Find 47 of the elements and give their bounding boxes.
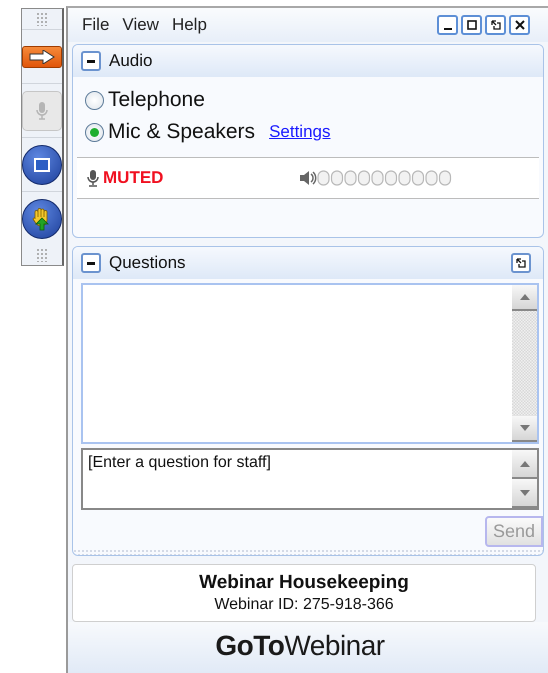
grip-handle[interactable] (36, 248, 48, 262)
collapse-button[interactable] (81, 253, 101, 273)
settings-link[interactable]: Settings (269, 122, 330, 142)
microphone-icon (85, 169, 101, 187)
popout-button[interactable] (511, 253, 531, 273)
maximize-button[interactable] (461, 15, 482, 35)
scrollbar[interactable] (512, 285, 537, 442)
radio-button[interactable] (85, 90, 104, 110)
panel-title: Audio (109, 51, 152, 71)
maximize-icon (466, 20, 476, 30)
webinar-id: Webinar ID: 275-918-366 (214, 596, 394, 614)
up-arrow-icon (520, 294, 530, 300)
panel-title: Questions (109, 253, 186, 273)
microphone-icon (35, 100, 49, 120)
logo: GoToWebinar (215, 630, 385, 663)
square-icon (34, 158, 50, 172)
scroll-down-button[interactable] (512, 416, 537, 442)
minus-icon (87, 60, 95, 62)
minimize-button[interactable] (437, 15, 458, 35)
option-label: Telephone (108, 88, 205, 112)
webinar-title: Webinar Housekeeping (199, 572, 409, 594)
arrow-icon (29, 50, 55, 64)
screen-button[interactable] (22, 144, 62, 184)
up-arrow-icon (520, 460, 530, 466)
collapse-button[interactable] (81, 51, 101, 71)
minimize-icon (444, 28, 452, 30)
scroll-down-button[interactable] (512, 479, 537, 508)
scroll-up-button[interactable] (512, 285, 537, 311)
menu-item[interactable]: View (122, 15, 159, 35)
grip-handle[interactable] (36, 12, 48, 26)
popout-icon (490, 20, 500, 30)
down-arrow-icon (520, 425, 530, 431)
speaker-icon (299, 170, 318, 186)
muted-status: MUTED (103, 168, 164, 188)
arrow-button[interactable] (22, 46, 62, 68)
option-label: Mic & Speakers (108, 120, 256, 144)
close-icon (514, 20, 524, 30)
menu-item[interactable]: Help (172, 15, 207, 35)
popout-button[interactable] (485, 15, 506, 35)
popout-icon (516, 258, 526, 268)
radio-button[interactable] (85, 122, 104, 142)
minus-icon (87, 262, 95, 264)
scroll-up-button[interactable] (512, 450, 537, 479)
menu-item[interactable]: File (82, 15, 110, 35)
raise-hand-button[interactable] (22, 198, 62, 238)
down-arrow-icon (520, 490, 530, 496)
close-button[interactable] (509, 15, 530, 35)
